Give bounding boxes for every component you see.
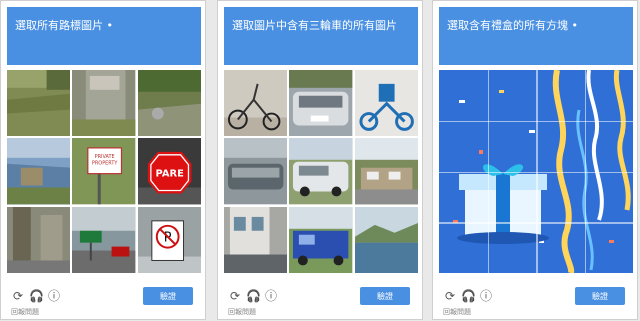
info-icon[interactable]: ⓘ [47, 289, 61, 303]
captcha-footer: ⟳ 🎧 ⓘ 驗證 回報問題 [218, 281, 424, 321]
captcha-footer: ⟳ 🎧 ⓘ 驗證 回報問題 [1, 281, 207, 321]
instruction-header: 選取含有禮盒的所有方塊 • [439, 7, 633, 65]
headphones-icon[interactable]: 🎧 [461, 289, 476, 303]
verify-button[interactable]: 驗證 [143, 287, 193, 305]
grid-tile[interactable] [289, 206, 353, 273]
reload-icon[interactable]: ⟳ [11, 289, 25, 303]
grid-tile[interactable]: PARE [137, 138, 201, 205]
image-grid [224, 70, 418, 273]
instruction-header: 選取所有路標圖片 • [7, 7, 201, 65]
report-problem-link[interactable]: 回報問題 [228, 307, 256, 317]
svg-text:PRIVATE: PRIVATE [95, 154, 115, 160]
report-problem-link[interactable]: 回報問題 [11, 307, 39, 317]
gift-image [439, 70, 633, 273]
captcha-footer: ⟳ 🎧 ⓘ 驗證 回報問題 [433, 281, 639, 321]
headphones-icon[interactable]: 🎧 [29, 289, 44, 303]
grid-tile[interactable] [354, 70, 418, 137]
grid-tile[interactable] [289, 70, 353, 137]
grid-tile[interactable] [72, 70, 136, 137]
captcha-panel-1: 選取所有路標圖片 • PRIVATE PROPERTY PARE P ⟳ 🎧 ⓘ… [0, 0, 206, 320]
captcha-panel-3: 選取含有禮盒的所有方塊 • ⟳ 🎧 ⓘ 驗證 回報問題 [432, 0, 638, 320]
info-icon[interactable]: ⓘ [264, 289, 278, 303]
grid-tile[interactable] [72, 206, 136, 273]
report-problem-link[interactable]: 回報問題 [443, 307, 471, 317]
grid-tile[interactable]: P [137, 206, 201, 273]
image-grid: PRIVATE PROPERTY PARE P [7, 70, 201, 273]
reload-icon[interactable]: ⟳ [443, 289, 457, 303]
grid-tile[interactable]: PRIVATE PROPERTY [72, 138, 136, 205]
info-icon[interactable]: ⓘ [479, 289, 493, 303]
grid-tile[interactable] [224, 70, 288, 137]
reload-icon[interactable]: ⟳ [228, 289, 242, 303]
grid-tile[interactable] [354, 138, 418, 205]
grid-tile[interactable] [224, 138, 288, 205]
grid-tile[interactable] [224, 206, 288, 273]
headphones-icon[interactable]: 🎧 [246, 289, 261, 303]
svg-text:PARE: PARE [155, 169, 184, 180]
grid-tile[interactable] [7, 138, 71, 205]
grid-tile[interactable] [137, 70, 201, 137]
instruction-header: 選取圖片中含有三輪車的所有圖片 [224, 7, 418, 65]
captcha-panel-2: 選取圖片中含有三輪車的所有圖片 ⟳ 🎧 ⓘ 驗證 回報問題 [217, 0, 423, 320]
verify-button[interactable]: 驗證 [360, 287, 410, 305]
verify-button[interactable]: 驗證 [575, 287, 625, 305]
grid-tile[interactable] [354, 206, 418, 273]
grid-tile[interactable] [7, 206, 71, 273]
svg-text:PROPERTY: PROPERTY [92, 161, 118, 167]
grid-tile[interactable] [7, 70, 71, 137]
grid-tile[interactable] [289, 138, 353, 205]
